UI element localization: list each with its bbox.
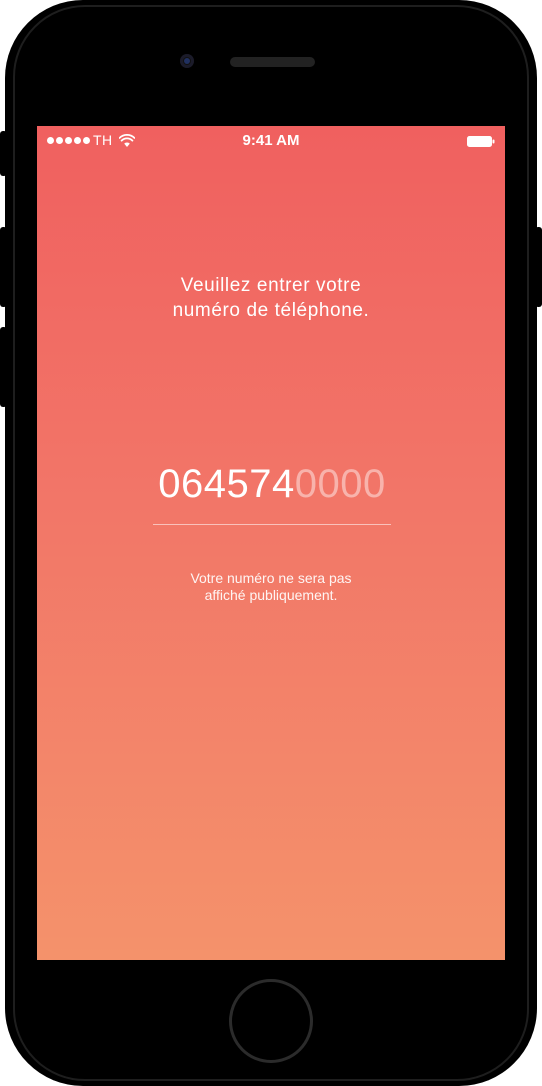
prompt-line-1: Veuillez entrer votre — [180, 275, 362, 296]
privacy-note-line-1: Votre numéro ne sera pas — [190, 570, 352, 586]
privacy-note: Votre numéro ne sera pas affiché publiqu… — [37, 570, 505, 604]
home-button[interactable] — [229, 979, 313, 1063]
page: TH 9:41 AM Veuillez entrer votre numéro … — [0, 0, 542, 1086]
phone-number-placeholder: 0000 — [294, 462, 386, 506]
prompt-line-2: numéro de téléphone. — [172, 300, 370, 321]
phone-number-input[interactable]: 0645740000 — [153, 459, 391, 509]
phone-prompt-title: Veuillez entrer votre numéro de téléphon… — [37, 273, 505, 323]
privacy-note-line-2: affiché publiquement. — [204, 587, 338, 603]
input-underline — [153, 524, 391, 525]
status-bar: TH 9:41 AM — [37, 126, 505, 156]
front-camera-icon — [180, 54, 194, 68]
earpiece-speaker — [230, 57, 315, 67]
status-time: 9:41 AM — [242, 132, 300, 149]
phone-number-entered: 064574 — [158, 462, 295, 506]
phone-screen: TH 9:41 AM Veuillez entrer votre numéro … — [37, 126, 505, 960]
battery-icon — [467, 136, 495, 147]
